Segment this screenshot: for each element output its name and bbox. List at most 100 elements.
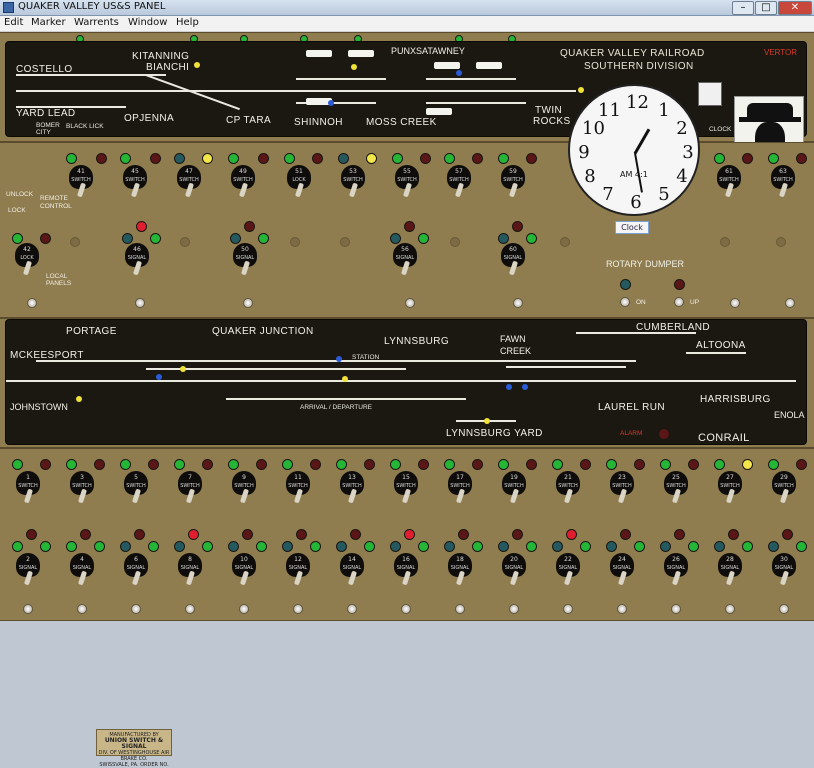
lamp-green [66, 541, 77, 552]
lamp-green [796, 541, 807, 552]
switch-lever-49[interactable]: 49 SWITCH [229, 165, 257, 199]
lamp-green [714, 459, 725, 470]
switch-lever-29[interactable]: 29 SWITCH [770, 471, 798, 505]
switch-lever-45[interactable]: 45 SWITCH [121, 165, 149, 199]
code-button[interactable] [509, 604, 519, 614]
menu-warrents[interactable]: Warrents [74, 17, 119, 28]
lock-lever-42[interactable]: 42 LOCK [13, 243, 41, 277]
code-button[interactable] [671, 604, 681, 614]
lamp-red [620, 529, 631, 540]
signal-lever-10[interactable]: 10 SIGNAL [230, 553, 258, 587]
switch-lever-11[interactable]: 11 SWITCH [284, 471, 312, 505]
code-button[interactable] [185, 604, 195, 614]
lamp-red [134, 529, 145, 540]
switch-lever-41[interactable]: 41 SWITCH [67, 165, 95, 199]
switch-lever-53[interactable]: 53 SWITCH [339, 165, 367, 199]
block-indicator [506, 384, 512, 390]
empty-socket [180, 237, 190, 247]
signal-lever-30[interactable]: 30 SIGNAL [770, 553, 798, 587]
signal-lever-60[interactable]: 60 SIGNAL [499, 243, 527, 277]
menu-help[interactable]: Help [176, 17, 199, 28]
code-button[interactable] [405, 298, 415, 308]
signal-lever-22[interactable]: 22 SIGNAL [554, 553, 582, 587]
switch-lever-55[interactable]: 55 SWITCH [393, 165, 421, 199]
code-button[interactable] [27, 298, 37, 308]
switch-lever-59[interactable]: 59 SWITCH [499, 165, 527, 199]
place-label: TWIN [535, 105, 563, 116]
lamp-green [768, 153, 779, 164]
signal-lever-24[interactable]: 24 SIGNAL [608, 553, 636, 587]
dumper-on-button[interactable] [620, 297, 630, 307]
code-button[interactable] [785, 298, 795, 308]
code-button[interactable] [563, 604, 573, 614]
code-button[interactable] [293, 604, 303, 614]
signal-lever-8[interactable]: 8 SIGNAL [176, 553, 204, 587]
signal-lever-12[interactable]: 12 SIGNAL [284, 553, 312, 587]
direction-arrow [348, 50, 374, 57]
place-label: SHINNOH [294, 117, 343, 128]
code-button[interactable] [131, 604, 141, 614]
unlock-label: UNLOCK [6, 191, 34, 198]
signal-lever-4[interactable]: 4 SIGNAL [68, 553, 96, 587]
switch-lever-13[interactable]: 13 SWITCH [338, 471, 366, 505]
signal-lever-50[interactable]: 50 SIGNAL [231, 243, 259, 277]
code-button[interactable] [77, 604, 87, 614]
switch-lever-25[interactable]: 25 SWITCH [662, 471, 690, 505]
switch-lever-23[interactable]: 23 SWITCH [608, 471, 636, 505]
code-button[interactable] [455, 604, 465, 614]
place-label: LAUREL RUN [598, 402, 665, 413]
signal-lever-56[interactable]: 56 SIGNAL [391, 243, 419, 277]
menu-window[interactable]: Window [128, 17, 167, 28]
code-button[interactable] [347, 604, 357, 614]
signal-lever-28[interactable]: 28 SIGNAL [716, 553, 744, 587]
menu-bar: Edit Marker Warrents Window Help [0, 16, 814, 32]
lamp-teal [498, 541, 509, 552]
close-button[interactable]: ✕ [778, 1, 812, 15]
switch-lever-7[interactable]: 7 SWITCH [176, 471, 204, 505]
code-button[interactable] [135, 298, 145, 308]
switch-lever-47[interactable]: 47 SWITCH [175, 165, 203, 199]
switch-lever-63[interactable]: 63 SWITCH [769, 165, 797, 199]
switch-lever-19[interactable]: 19 SWITCH [500, 471, 528, 505]
code-button[interactable] [725, 604, 735, 614]
switch-lever-5[interactable]: 5 SWITCH [122, 471, 150, 505]
maximize-button[interactable]: □ [755, 1, 777, 15]
signal-lever-2[interactable]: 2 SIGNAL [14, 553, 42, 587]
switch-lever-9[interactable]: 9 SWITCH [230, 471, 258, 505]
menu-marker[interactable]: Marker [31, 17, 66, 28]
signal-lever-20[interactable]: 20 SIGNAL [500, 553, 528, 587]
block-indicator [578, 87, 584, 93]
code-button[interactable] [23, 604, 33, 614]
code-button[interactable] [243, 298, 253, 308]
minimize-button[interactable]: – [732, 1, 754, 15]
signal-lever-16[interactable]: 16 SIGNAL [392, 553, 420, 587]
cb-icon[interactable] [698, 82, 722, 106]
wall-clock[interactable]: 12 1 2 3 4 5 6 7 8 9 10 11 AM 4:1 [568, 84, 700, 216]
code-button[interactable] [513, 298, 523, 308]
switch-lever-27[interactable]: 27 SWITCH [716, 471, 744, 505]
switch-lever-15[interactable]: 15 SWITCH [392, 471, 420, 505]
switch-lever-21[interactable]: 21 SWITCH [554, 471, 582, 505]
lock-lever-51[interactable]: 51 LOCK [285, 165, 313, 199]
switch-lever-57[interactable]: 57 SWITCH [445, 165, 473, 199]
place-label: BIANCHI [146, 62, 190, 73]
lamp-red [296, 529, 307, 540]
code-button[interactable] [401, 604, 411, 614]
switch-lever-61[interactable]: 61 SWITCH [715, 165, 743, 199]
place-label: YARD LEAD [16, 108, 76, 119]
signal-lever-46[interactable]: 46 SIGNAL [123, 243, 151, 277]
signal-lever-26[interactable]: 26 SIGNAL [662, 553, 690, 587]
code-button[interactable] [617, 604, 627, 614]
lamp-green [66, 153, 77, 164]
code-button[interactable] [239, 604, 249, 614]
code-button[interactable] [730, 298, 740, 308]
switch-lever-17[interactable]: 17 SWITCH [446, 471, 474, 505]
signal-lever-6[interactable]: 6 SIGNAL [122, 553, 150, 587]
signal-lever-18[interactable]: 18 SIGNAL [446, 553, 474, 587]
code-button[interactable] [779, 604, 789, 614]
dumper-up-button[interactable] [674, 297, 684, 307]
menu-edit[interactable]: Edit [4, 17, 23, 28]
switch-lever-1[interactable]: 1 SWITCH [14, 471, 42, 505]
signal-lever-14[interactable]: 14 SIGNAL [338, 553, 366, 587]
switch-lever-3[interactable]: 3 SWITCH [68, 471, 96, 505]
